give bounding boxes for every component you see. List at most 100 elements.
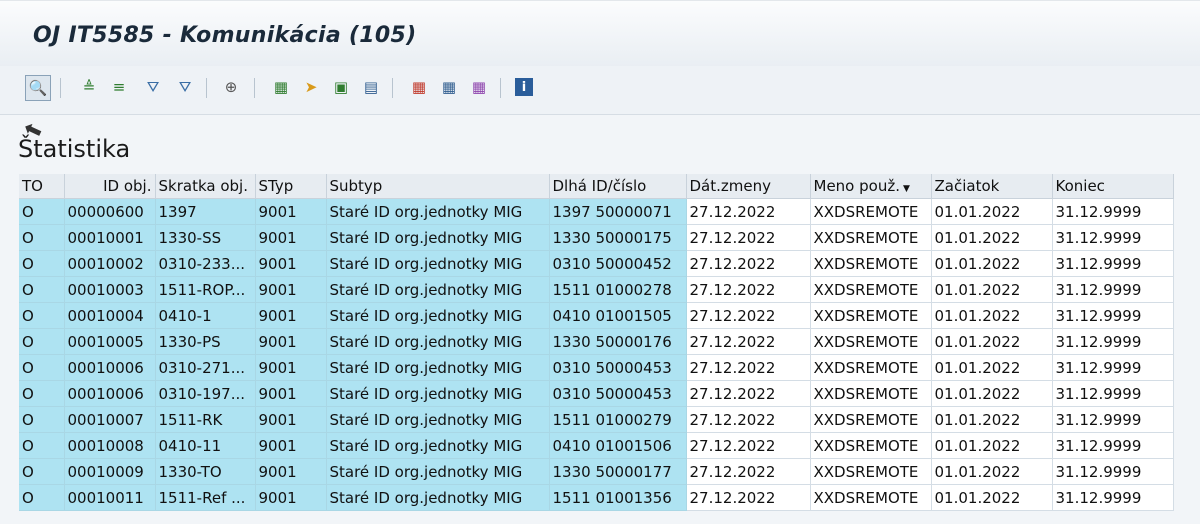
table-row[interactable]: O 00010002 0310-233... 9001 Staré ID org.jed… [19, 250, 1174, 277]
cell-id[interactable]: 00010003 [64, 276, 156, 303]
cell-id[interactable]: 00010006 [64, 380, 156, 407]
cell-start[interactable]: 01.01.2022 [931, 458, 1053, 485]
info-icon[interactable]: i [515, 78, 533, 96]
cell-change-date[interactable]: 27.12.2022 [686, 250, 811, 277]
table-row[interactable]: O 00010008 0410-11 9001 Staré ID org.jednotk… [19, 432, 1174, 459]
cell-styp[interactable]: 9001 [255, 354, 327, 381]
table-row[interactable]: O 00010011 1511-Ref ... 9001 Staré ID org.je… [19, 484, 1174, 511]
cell-end[interactable]: 31.12.9999 [1052, 380, 1174, 407]
cell-to[interactable]: O [19, 224, 65, 251]
cell-start[interactable]: 01.01.2022 [931, 250, 1053, 277]
cell-id[interactable]: 00010005 [64, 328, 156, 355]
cell-abbreviation[interactable]: 0410-1 [155, 302, 256, 329]
cell-long-id[interactable]: 1511 01001356 [549, 484, 687, 511]
column-header-start[interactable]: Začiatok [931, 174, 1053, 199]
cell-styp[interactable]: 9001 [255, 276, 327, 303]
cell-end[interactable]: 31.12.9999 [1052, 354, 1174, 381]
cell-id[interactable]: 00010006 [64, 354, 156, 381]
cell-abbreviation[interactable]: 1511-RK [155, 406, 256, 433]
table-row[interactable]: O 00010003 1511-ROP... 9001 Staré ID org.jed… [19, 276, 1174, 303]
cell-long-id[interactable]: 0310 50000453 [549, 354, 687, 381]
cell-abbreviation[interactable]: 0310-197... [155, 380, 256, 407]
cell-user-name[interactable]: XXDSREMOTE [810, 198, 932, 225]
cell-user-name[interactable]: XXDSREMOTE [810, 302, 932, 329]
cell-start[interactable]: 01.01.2022 [931, 432, 1053, 459]
cell-styp[interactable]: 9001 [255, 198, 327, 225]
cell-user-name[interactable]: XXDSREMOTE [810, 432, 932, 459]
details-icon[interactable]: 🔍 [25, 75, 51, 101]
cell-to[interactable]: O [19, 328, 65, 355]
cell-change-date[interactable]: 27.12.2022 [686, 198, 811, 225]
cell-styp[interactable]: 9001 [255, 458, 327, 485]
cell-long-id[interactable]: 0410 01001505 [549, 302, 687, 329]
cell-user-name[interactable]: XXDSREMOTE [810, 484, 932, 511]
table-row[interactable]: O 00010005 1330-PS 9001 Staré ID org.jednotk… [19, 328, 1174, 355]
cell-id[interactable]: 00010008 [64, 432, 156, 459]
cell-styp[interactable]: 9001 [255, 406, 327, 433]
cell-user-name[interactable]: XXDSREMOTE [810, 224, 932, 251]
cell-long-id[interactable]: 1511 01000278 [549, 276, 687, 303]
cell-styp[interactable]: 9001 [255, 224, 327, 251]
cell-end[interactable]: 31.12.9999 [1052, 250, 1174, 277]
cell-to[interactable]: O [19, 250, 65, 277]
cell-abbreviation[interactable]: 0310-233... [155, 250, 256, 277]
table-row[interactable]: O 00010006 0310-271... 9001 Staré ID org.jed… [19, 354, 1174, 381]
cell-start[interactable]: 01.01.2022 [931, 276, 1053, 303]
cell-subtype[interactable]: Staré ID org.jednotky MIG [326, 432, 550, 459]
cell-start[interactable]: 01.01.2022 [931, 198, 1053, 225]
table-row[interactable]: O 00010004 0410-1 9001 Staré ID org.jednotky… [19, 302, 1174, 329]
cell-long-id[interactable]: 1330 50000177 [549, 458, 687, 485]
cell-long-id[interactable]: 1330 50000175 [549, 224, 687, 251]
column-header-id[interactable]: ID obj. [64, 174, 156, 199]
cell-id[interactable]: 00010011 [64, 484, 156, 511]
cell-end[interactable]: 31.12.9999 [1052, 328, 1174, 355]
cell-abbreviation[interactable]: 1330-TO [155, 458, 256, 485]
cell-to[interactable]: O [19, 276, 65, 303]
filter-icon[interactable]: ⛛ [142, 76, 164, 98]
column-header-subtype[interactable]: Subtyp [326, 174, 550, 199]
column-header-to[interactable]: TO [19, 174, 65, 199]
cell-change-date[interactable]: 27.12.2022 [686, 484, 811, 511]
cell-subtype[interactable]: Staré ID org.jednotky MIG [326, 198, 550, 225]
cell-start[interactable]: 01.01.2022 [931, 328, 1053, 355]
column-header-styp[interactable]: STyp [255, 174, 327, 199]
cell-start[interactable]: 01.01.2022 [931, 354, 1053, 381]
cell-id[interactable]: 00010004 [64, 302, 156, 329]
cell-long-id[interactable]: 1330 50000176 [549, 328, 687, 355]
cell-change-date[interactable]: 27.12.2022 [686, 224, 811, 251]
cell-change-date[interactable]: 27.12.2022 [686, 458, 811, 485]
cell-styp[interactable]: 9001 [255, 250, 327, 277]
sort-descending-icon[interactable]: ≡ [108, 76, 130, 98]
cell-to[interactable]: O [19, 406, 65, 433]
cell-styp[interactable]: 9001 [255, 328, 327, 355]
cell-subtype[interactable]: Staré ID org.jednotky MIG [326, 302, 550, 329]
cell-styp[interactable]: 9001 [255, 380, 327, 407]
cell-change-date[interactable]: 27.12.2022 [686, 406, 811, 433]
cell-start[interactable]: 01.01.2022 [931, 380, 1053, 407]
cell-start[interactable]: 01.01.2022 [931, 302, 1053, 329]
subtotal-icon[interactable]: ⊕ [220, 76, 242, 98]
change-layout-icon[interactable]: ▦ [438, 76, 460, 98]
cell-subtype[interactable]: Staré ID org.jednotky MIG [326, 458, 550, 485]
column-header-abbreviation[interactable]: Skratka obj. [155, 174, 256, 199]
table-row[interactable]: O 00010001 1330-SS 9001 Staré ID org.jednotk… [19, 224, 1174, 251]
cell-start[interactable]: 01.01.2022 [931, 406, 1053, 433]
cell-styp[interactable]: 9001 [255, 302, 327, 329]
cell-change-date[interactable]: 27.12.2022 [686, 432, 811, 459]
cell-start[interactable]: 01.01.2022 [931, 484, 1053, 511]
cell-change-date[interactable]: 27.12.2022 [686, 276, 811, 303]
cell-to[interactable]: O [19, 198, 65, 225]
cell-id[interactable]: 00010001 [64, 224, 156, 251]
column-header-end[interactable]: Koniec [1052, 174, 1174, 199]
cell-abbreviation[interactable]: 1330-SS [155, 224, 256, 251]
cell-long-id[interactable]: 0310 50000452 [549, 250, 687, 277]
cell-change-date[interactable]: 27.12.2022 [686, 328, 811, 355]
cell-user-name[interactable]: XXDSREMOTE [810, 250, 932, 277]
cell-subtype[interactable]: Staré ID org.jednotky MIG [326, 484, 550, 511]
cell-abbreviation[interactable]: 1511-ROP... [155, 276, 256, 303]
cell-abbreviation[interactable]: 1330-PS [155, 328, 256, 355]
cell-long-id[interactable]: 1511 01000279 [549, 406, 687, 433]
send-icon[interactable]: ▣ [330, 76, 352, 98]
cell-styp[interactable]: 9001 [255, 432, 327, 459]
cell-to[interactable]: O [19, 354, 65, 381]
